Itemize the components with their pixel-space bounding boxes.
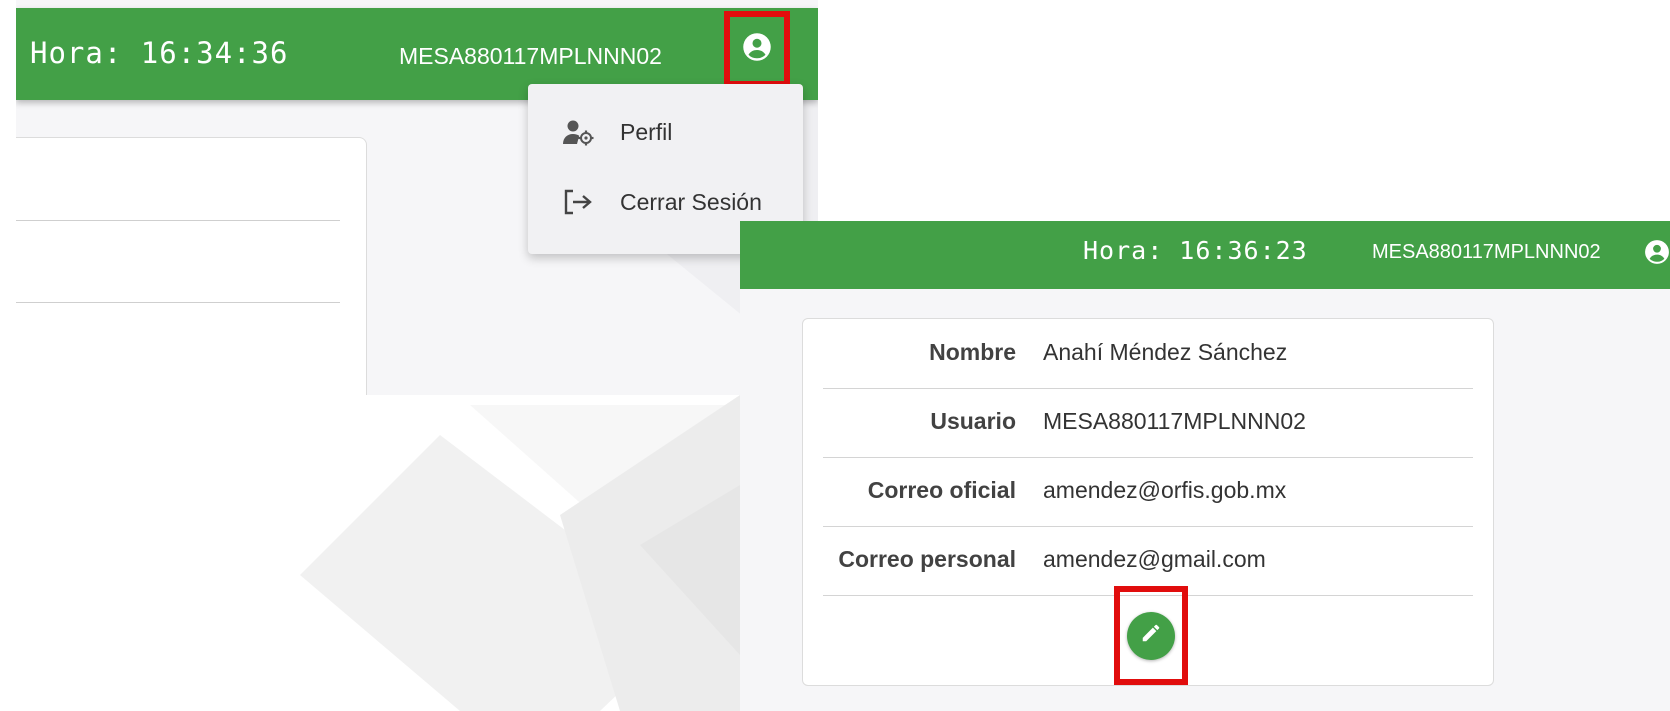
edit-profile-button[interactable] xyxy=(1127,611,1175,660)
top-app-bar: Hora: 16:36:23 MESA880117MPLNNN02 xyxy=(740,221,1670,289)
profile-row-nombre: Nombre Anahí Méndez Sánchez xyxy=(823,319,1473,389)
profile-card: Nombre Anahí Méndez Sánchez Usuario MESA… xyxy=(802,318,1494,686)
divider xyxy=(16,220,340,221)
account-circle-icon[interactable] xyxy=(742,32,772,67)
logout-icon xyxy=(560,188,596,216)
username-label: MESA880117MPLNNN02 xyxy=(1372,241,1601,263)
profile-row-correo-oficial: Correo oficial amendez@orfis.gob.mx xyxy=(823,457,1473,527)
user-cog-icon xyxy=(560,118,596,146)
divider xyxy=(16,302,340,303)
field-value: Anahí Méndez Sánchez xyxy=(1043,339,1288,365)
menu-item-perfil[interactable]: Perfil xyxy=(528,97,803,167)
account-circle-icon[interactable] xyxy=(1644,239,1670,270)
profile-row-usuario: Usuario MESA880117MPLNNN02 xyxy=(823,388,1473,458)
field-label: Nombre xyxy=(929,339,1016,365)
menu-item-label: Perfil xyxy=(620,118,673,145)
username-label: MESA880117MPLNNN02 xyxy=(399,43,662,69)
clock-text: Hora: 16:36:23 xyxy=(1083,236,1308,265)
screenshot-profile: Hora: 16:36:23 MESA880117MPLNNN02 Nombre… xyxy=(740,221,1670,711)
field-value: MESA880117MPLNNN02 xyxy=(1043,408,1306,434)
field-label: Correo personal xyxy=(838,546,1016,572)
field-value: amendez@gmail.com xyxy=(1043,546,1266,572)
clock-text: Hora: 16:34:36 xyxy=(30,36,289,70)
pencil-icon xyxy=(1140,622,1162,649)
screenshot-account-menu: Hora: 16:34:36 MESA880117MPLNNN02 Perfil… xyxy=(16,0,818,395)
field-label: Correo oficial xyxy=(867,477,1016,503)
diamond-pattern xyxy=(300,395,740,711)
content-card xyxy=(16,137,367,395)
menu-item-label: Cerrar Sesión xyxy=(620,188,762,215)
field-label: Usuario xyxy=(930,408,1016,434)
field-value: amendez@orfis.gob.mx xyxy=(1043,477,1287,503)
highlight-box xyxy=(724,11,790,87)
background-decoration xyxy=(0,395,740,711)
highlight-box xyxy=(1114,586,1188,685)
